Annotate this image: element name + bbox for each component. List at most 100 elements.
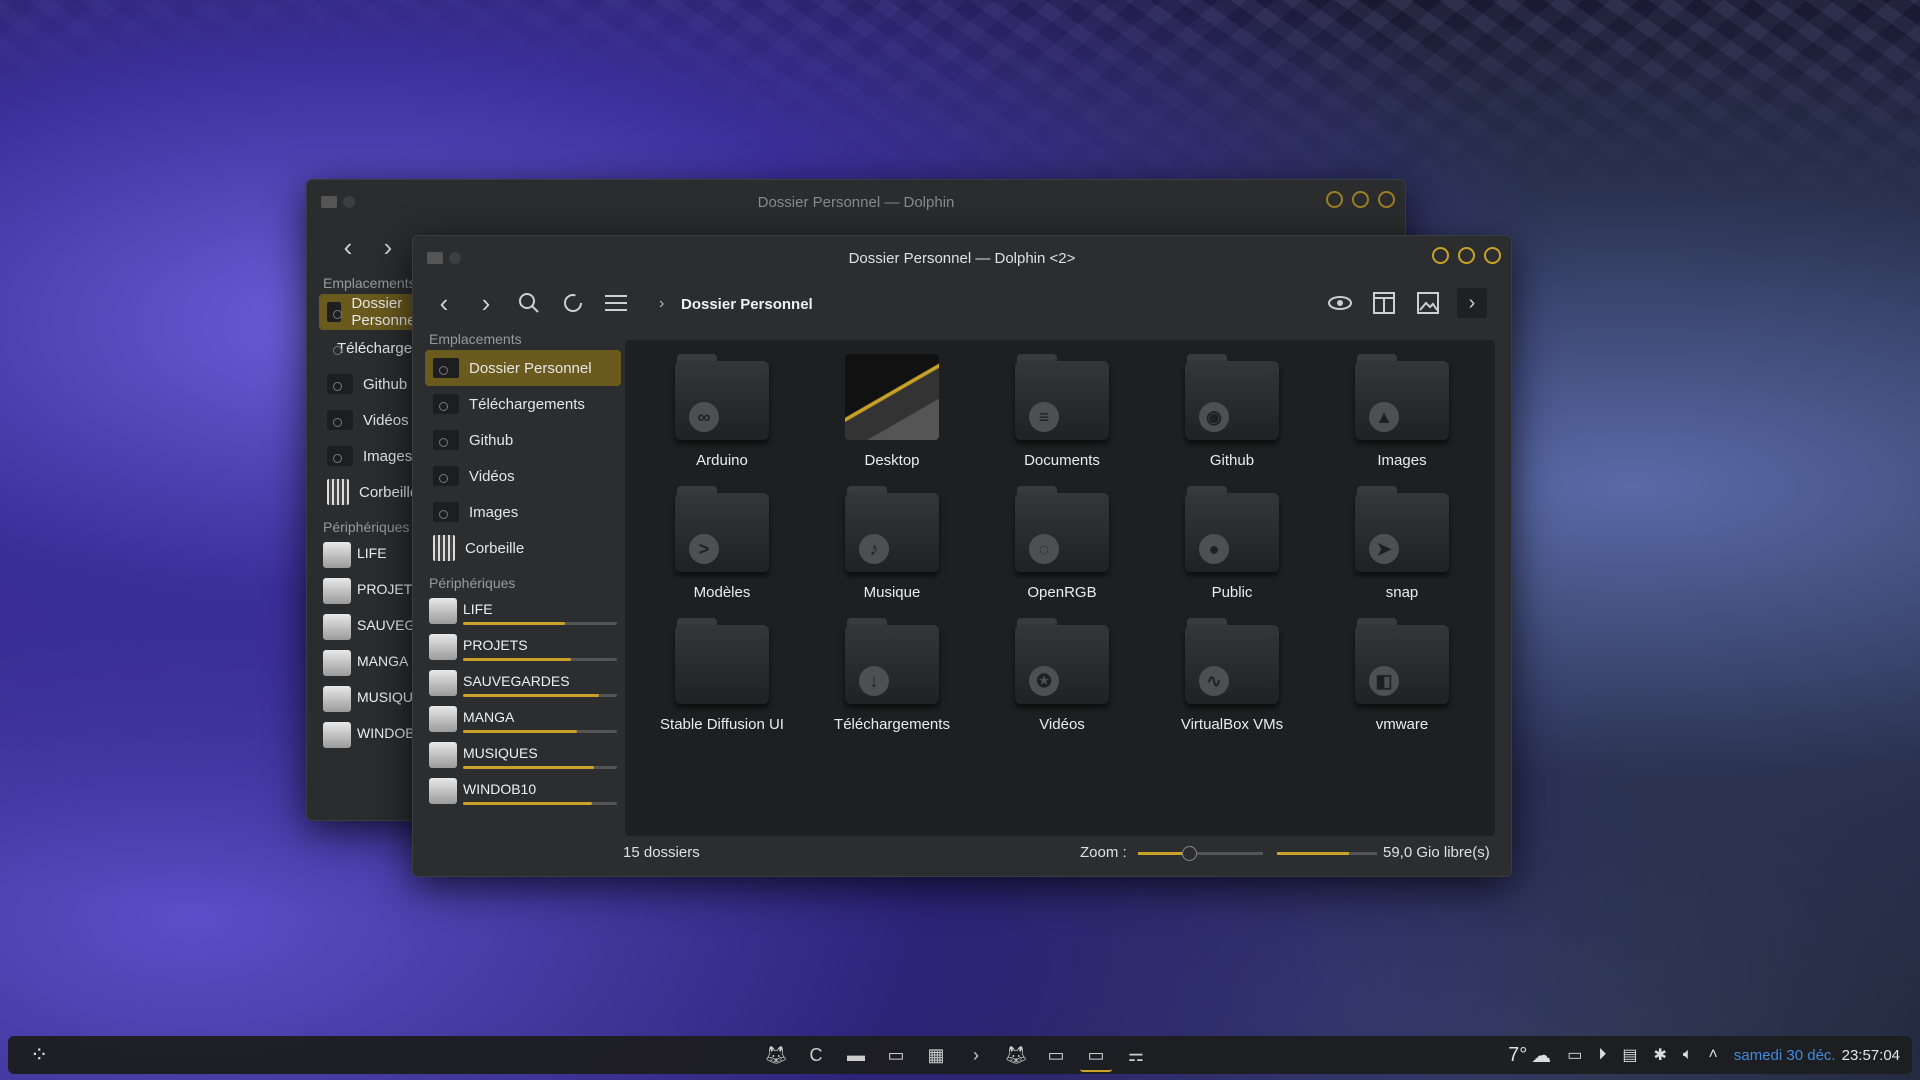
expand-tray-icon[interactable]: ˄: [1709, 1046, 1718, 1064]
titlebar[interactable]: Dossier Personnel — Dolphin <2>: [413, 236, 1511, 282]
folder-item[interactable]: ● Public: [1147, 482, 1317, 614]
browser-c-icon[interactable]: C: [800, 1040, 832, 1070]
network-icon[interactable]: ✱: [1654, 1045, 1667, 1065]
close-button[interactable]: [1378, 191, 1395, 208]
folder-item[interactable]: Desktop: [807, 350, 977, 482]
device-item[interactable]: PROJETS: [319, 574, 419, 610]
split-view-icon[interactable]: [1369, 288, 1399, 318]
device-item[interactable]: PROJETS: [425, 630, 621, 666]
back-arrow-icon[interactable]: ‹: [333, 232, 363, 262]
volume-icon[interactable]: 🔈︎: [1683, 1046, 1693, 1064]
zoom-slider-handle[interactable]: [1182, 846, 1197, 861]
back-arrow-icon[interactable]: ‹: [429, 288, 459, 318]
search-icon[interactable]: [514, 288, 544, 318]
sidebar-item-corbeille[interactable]: Corbeille: [425, 530, 621, 566]
folder-label: Vidéos: [1039, 716, 1085, 733]
sidebar-item-videos[interactable]: Vidéos: [425, 458, 621, 494]
media-play-icon[interactable]: ⏵: [1598, 1046, 1606, 1064]
folder-item[interactable]: ➤ snap: [1317, 482, 1487, 614]
device-item[interactable]: WINDOB10: [425, 774, 621, 810]
device-item[interactable]: WINDOB10: [319, 718, 419, 754]
sidebar-item-corbeille[interactable]: Corbeille: [319, 474, 419, 510]
minimize-button[interactable]: [1326, 191, 1343, 208]
folder-item[interactable]: ∞ Arduino: [637, 350, 807, 482]
preview-eye-icon[interactable]: [1325, 288, 1355, 318]
device-item[interactable]: MANGA: [319, 646, 419, 682]
folder-item[interactable]: ✪ Vidéos: [977, 614, 1147, 746]
maximize-button[interactable]: [1458, 247, 1475, 264]
folder-item[interactable]: ◉ Github: [1147, 350, 1317, 482]
sidebar-item-dossier-personnel[interactable]: Dossier Personnel: [319, 294, 419, 330]
sidebar-item-images[interactable]: Images: [319, 438, 419, 474]
folder-item[interactable]: ∿ VirtualBox VMs: [1147, 614, 1317, 746]
weather-temperature[interactable]: 7°: [1508, 1044, 1527, 1067]
folder-emblem-icon: ▲: [1369, 402, 1399, 432]
device-label: SAUVEGARDES: [463, 673, 570, 689]
zoom-slider[interactable]: [1138, 846, 1263, 861]
folder-item[interactable]: > Modèles: [637, 482, 807, 614]
files-icon[interactable]: ▬: [840, 1040, 872, 1070]
clock-date[interactable]: samedi 30 déc.: [1734, 1047, 1836, 1064]
folder-item[interactable]: ♪ Musique: [807, 482, 977, 614]
file-view[interactable]: ∞ Arduino Desktop ≡ Documents ◉ Github ▲ Images >…: [625, 340, 1495, 836]
sidebar-item-videos[interactable]: Vidéos: [319, 402, 419, 438]
device-item[interactable]: MANGA: [425, 702, 621, 738]
toolbar: ‹ › › Dossier Personnel ›: [413, 282, 1511, 328]
close-button[interactable]: [1484, 247, 1501, 264]
dolphin-window-front[interactable]: Dossier Personnel — Dolphin <2> ‹ › › Do…: [412, 235, 1512, 877]
sidebar-item-images[interactable]: Images: [425, 494, 621, 530]
titlebar[interactable]: Dossier Personnel — Dolphin: [307, 180, 1405, 226]
terminal-icon[interactable]: ›: [960, 1040, 992, 1070]
folder-item[interactable]: ≡ Documents: [977, 350, 1147, 482]
dolphin-2-icon[interactable]: ▭: [1080, 1040, 1112, 1072]
free-space-label: 59,0 Gio libre(s): [1383, 844, 1490, 861]
window-title: Dossier Personnel — Dolphin: [757, 194, 955, 211]
device-label: LIFE: [463, 601, 493, 617]
sidebar-item-github[interactable]: Github: [319, 366, 419, 402]
device-item[interactable]: MUSIQUES: [319, 682, 419, 718]
minimize-button[interactable]: [1432, 247, 1449, 264]
cloud-icon[interactable]: ☁: [1531, 1043, 1551, 1068]
clock-time[interactable]: 23:57:04: [1842, 1047, 1900, 1064]
display-icon[interactable]: ▭: [1567, 1045, 1582, 1065]
drive-icon: [323, 650, 351, 676]
forward-arrow-icon[interactable]: ›: [471, 288, 501, 318]
folder-item[interactable]: ↓ Téléchargements: [807, 614, 977, 746]
folder-icon: ♪: [845, 486, 939, 572]
folder-emblem-icon: ✪: [1029, 666, 1059, 696]
forward-arrow-icon[interactable]: ›: [373, 232, 403, 262]
breadcrumb[interactable]: Dossier Personnel: [681, 296, 813, 313]
firefox-icon[interactable]: 🦊︎: [760, 1040, 792, 1070]
image-preview-icon[interactable]: [1413, 288, 1443, 318]
device-item[interactable]: LIFE: [425, 594, 621, 630]
firefox-audio-icon[interactable]: 🦊︎: [1000, 1040, 1032, 1070]
breadcrumb-chevron-icon: ›: [659, 295, 665, 312]
clipboard-icon[interactable]: ▤: [1622, 1045, 1637, 1065]
sidebar-item-github[interactable]: Github: [425, 422, 621, 458]
folder-icon: ∞: [675, 354, 769, 440]
app-launcher-icon[interactable]: ⁘: [30, 1042, 48, 1068]
folder-icon[interactable]: ▭: [880, 1040, 912, 1070]
more-chevron-icon[interactable]: ›: [1457, 288, 1487, 318]
sidebar-item-telechargements[interactable]: Téléchargements: [425, 386, 621, 422]
konsole-icon[interactable]: ⚎: [1120, 1040, 1152, 1070]
folder-item[interactable]: ◧ vmware: [1317, 614, 1487, 746]
folder-emblem-icon: ∞: [689, 402, 719, 432]
dolphin-icon[interactable]: ▭: [1040, 1040, 1072, 1070]
device-item[interactable]: SAUVEGARDES: [319, 610, 419, 646]
folder-item[interactable]: ▲ Images: [1317, 350, 1487, 482]
maximize-button[interactable]: [1352, 191, 1369, 208]
folder-icon: ◌: [1015, 486, 1109, 572]
device-item[interactable]: MUSIQUES: [425, 738, 621, 774]
folder-label: Github: [1209, 452, 1255, 469]
calendar-icon[interactable]: ▦: [920, 1040, 952, 1070]
device-item[interactable]: SAUVEGARDES: [425, 666, 621, 702]
hamburger-menu-icon[interactable]: [601, 288, 631, 318]
folder-item[interactable]: Stable Diffusion UI: [637, 614, 807, 746]
device-item[interactable]: LIFE: [319, 538, 419, 574]
sidebar-item-dossier-personnel[interactable]: Dossier Personnel: [425, 350, 621, 386]
sidebar-item-telechargements[interactable]: Téléchargements: [319, 330, 419, 366]
refresh-icon[interactable]: [558, 288, 588, 318]
folder-emblem-icon: ↓: [859, 666, 889, 696]
folder-item[interactable]: ◌ OpenRGB: [977, 482, 1147, 614]
